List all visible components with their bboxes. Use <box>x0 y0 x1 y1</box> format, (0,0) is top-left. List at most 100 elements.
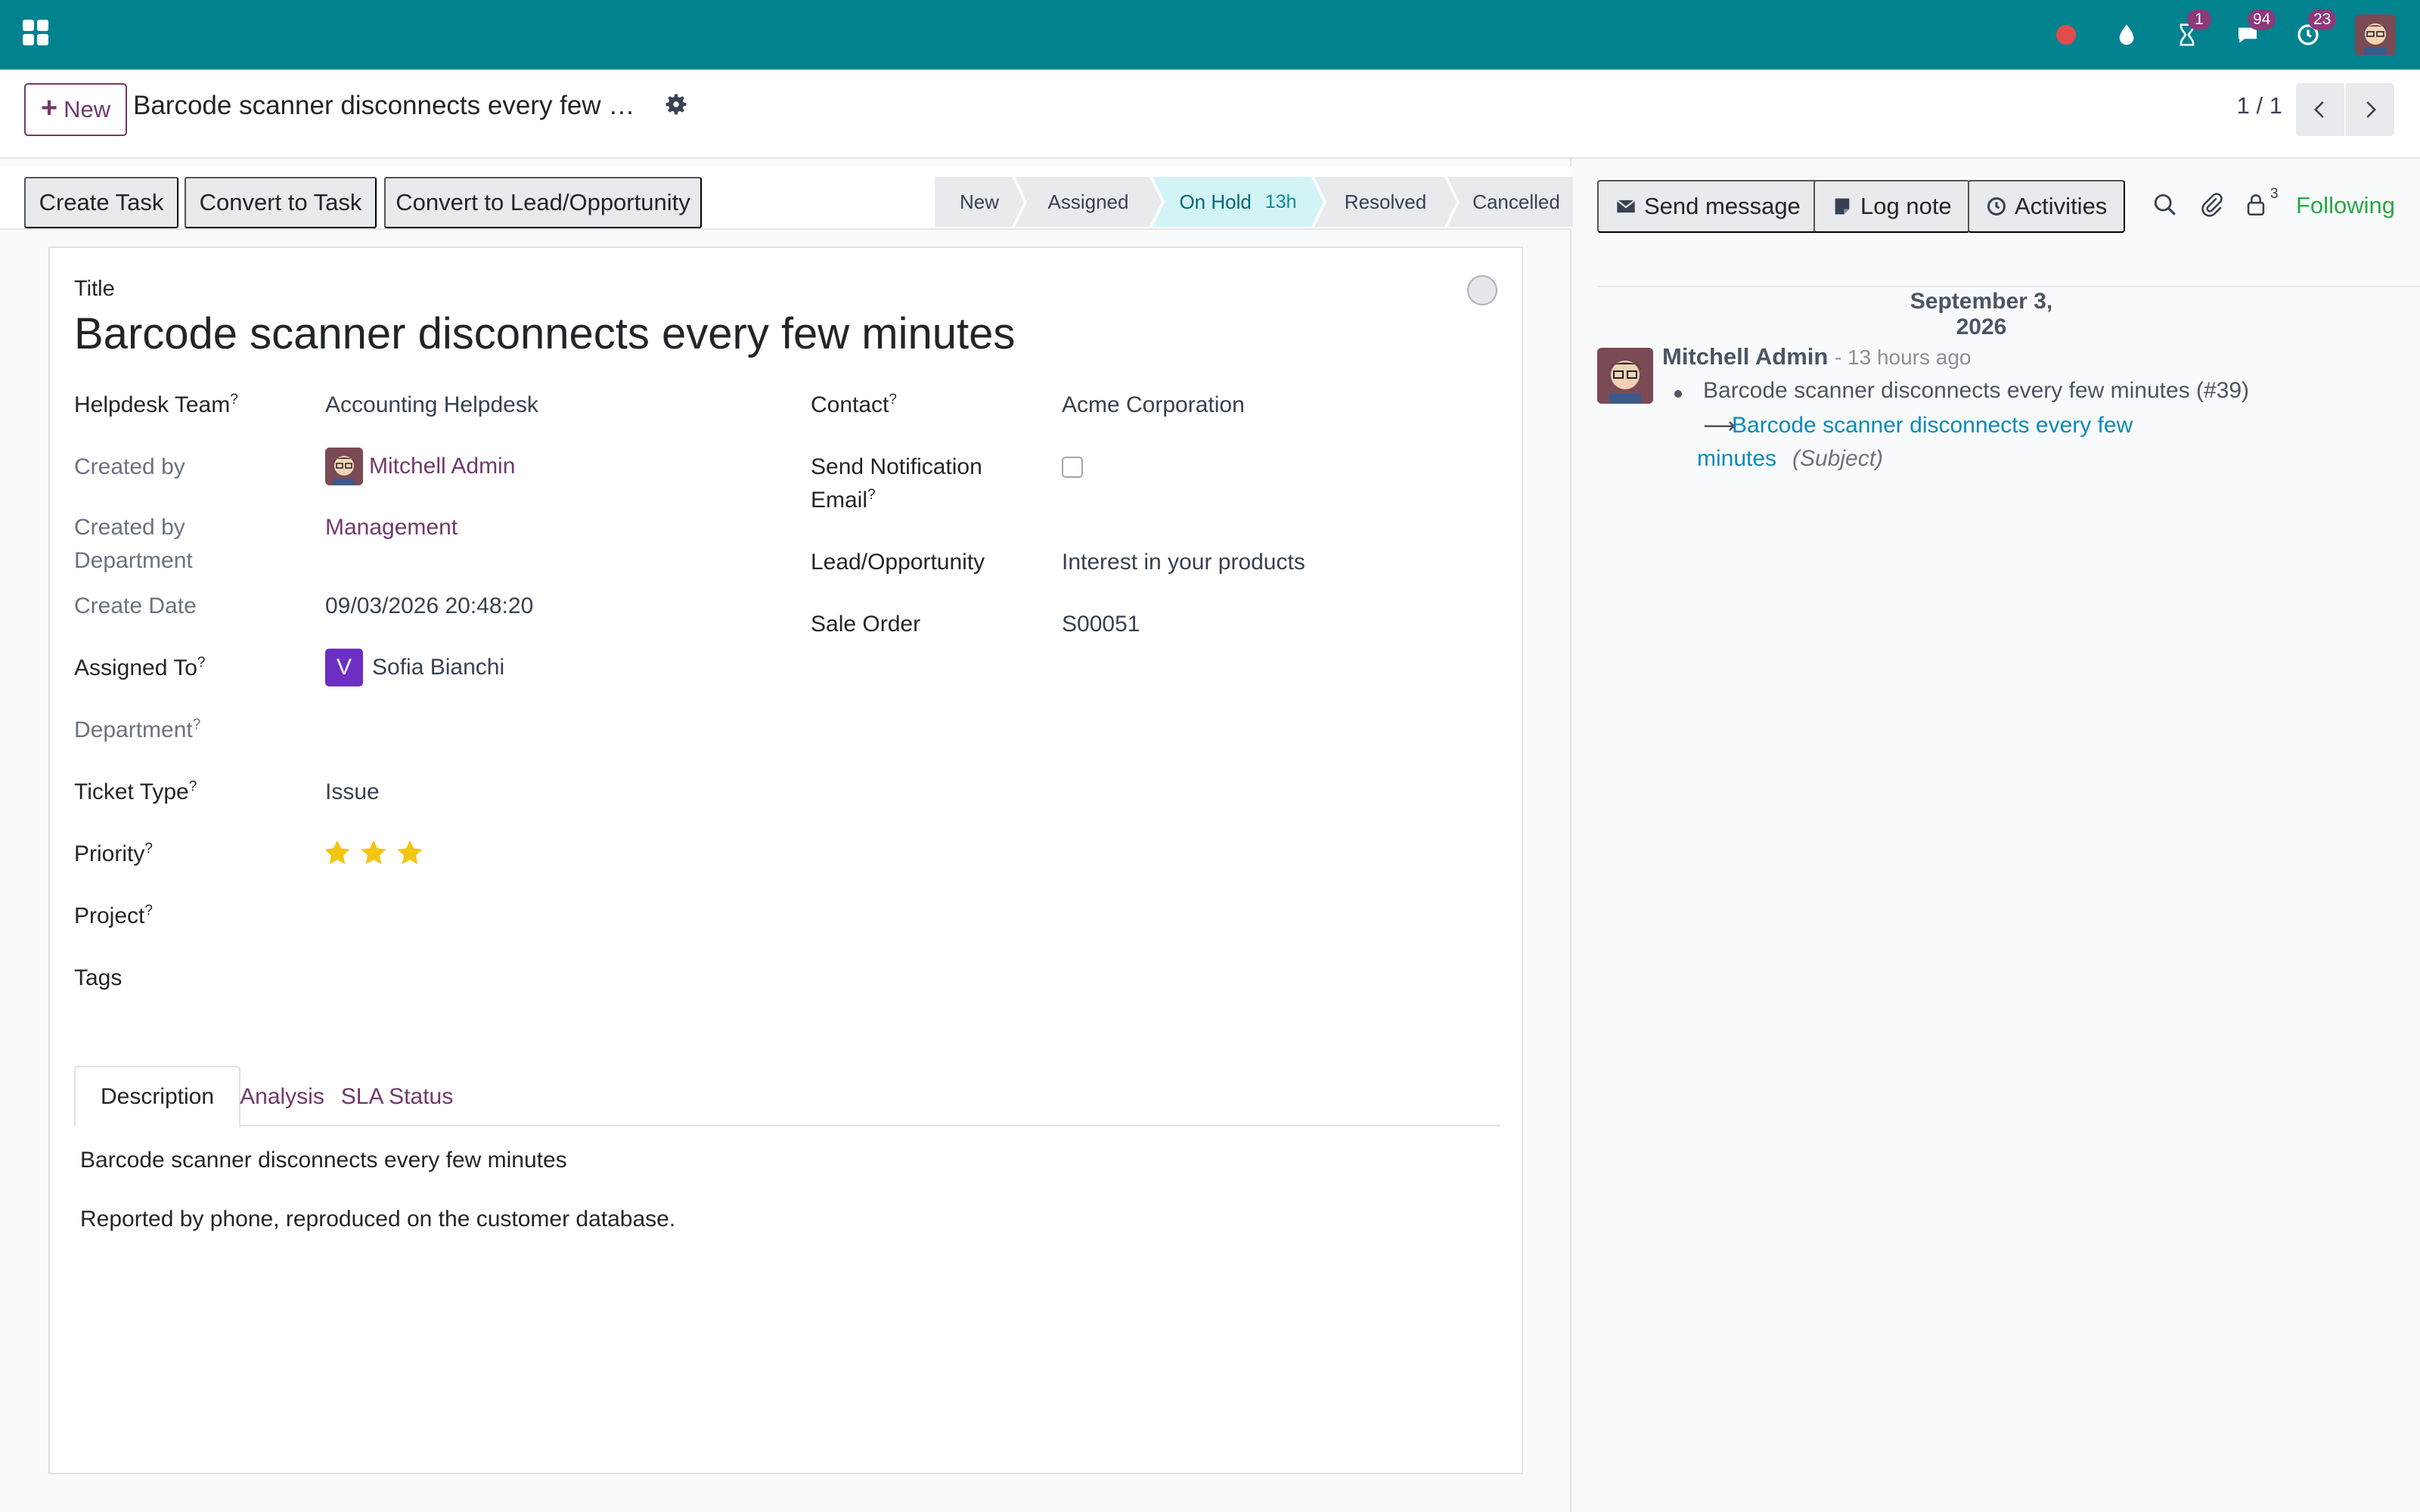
tracking-field-name: (Subject) <box>1792 446 1884 471</box>
following-button[interactable]: Following <box>2296 192 2395 219</box>
stage-cancelled[interactable]: Cancelled <box>1447 177 1585 227</box>
help-tooltip[interactable]: ? <box>144 841 153 857</box>
label-text: Priority <box>74 841 145 866</box>
stage-resolved[interactable]: Resolved <box>1314 177 1457 227</box>
help-tooltip[interactable]: ? <box>867 487 876 503</box>
create-date-field: 09/03/2026 20:48:20 <box>325 593 534 618</box>
stage-pipeline: New Assigned On Hold 13h Resolved Cancell… <box>935 177 1585 227</box>
arrow-right-icon: ⟶ <box>1703 414 1736 438</box>
help-tooltip[interactable]: ? <box>230 392 238 407</box>
ticket-type-field[interactable]: Issue <box>325 776 380 809</box>
activities-button[interactable]: Activities <box>1968 180 2126 233</box>
project-label: Project? <box>74 900 153 933</box>
record-icon[interactable] <box>2052 21 2080 48</box>
description-line[interactable]: Reported by phone, reproduced on the cus… <box>80 1207 675 1232</box>
label-text: Helpdesk Team <box>74 392 231 417</box>
new-button-label: New <box>64 96 111 122</box>
star-icon[interactable] <box>395 838 425 868</box>
avatar[interactable] <box>1597 348 1653 404</box>
department-field[interactable] <box>325 714 718 747</box>
log-note-button[interactable]: Log note <box>1813 180 1970 233</box>
chevron-left-icon <box>2313 101 2324 118</box>
help-tooltip[interactable]: ? <box>197 655 206 671</box>
pager-previous-button[interactable] <box>2296 83 2344 136</box>
tags-field[interactable] <box>325 962 718 995</box>
helpdesk-team-field[interactable]: Accounting Helpdesk <box>325 389 538 422</box>
helpdesk-team-label: Helpdesk Team? <box>74 389 238 422</box>
send-notification-checkbox[interactable] <box>1062 457 1083 478</box>
tab-description[interactable]: Description <box>74 1066 240 1128</box>
followers-icon[interactable] <box>2243 192 2269 218</box>
stage-new[interactable]: New <box>935 177 1024 227</box>
stage-assigned[interactable]: Assigned <box>1015 177 1162 227</box>
star-icon[interactable] <box>322 838 352 868</box>
help-tooltip[interactable]: ? <box>889 392 897 407</box>
control-panel: + New Barcode scanner disconnects every f… <box>0 70 2420 159</box>
title-label: Title <box>74 277 115 301</box>
label-line: Email <box>811 488 868 513</box>
stage-label: Cancelled <box>1472 190 1560 213</box>
followers-count: 3 <box>2270 186 2279 202</box>
author-name[interactable]: Mitchell Admin <box>1662 343 1828 370</box>
tracking-new-value-cont[interactable]: minutes <box>1697 446 1776 472</box>
chat-icon[interactable]: 94 <box>2234 9 2276 48</box>
star-icon[interactable] <box>358 838 389 868</box>
label-text: Project <box>74 903 145 928</box>
navbar-systray: 1 94 23 <box>2052 0 2396 70</box>
lead-opportunity-field[interactable]: Interest in your products <box>1062 546 1305 579</box>
apps-menu-icon[interactable] <box>23 20 48 45</box>
user-avatar[interactable] <box>2355 14 2396 55</box>
message-time: - 13 hours ago <box>1834 345 1972 369</box>
send-message-button[interactable]: Send message <box>1597 180 1819 233</box>
help-tooltip[interactable]: ? <box>144 903 153 919</box>
created-by-field[interactable]: Mitchell Admin <box>325 448 515 485</box>
created-by-department-link[interactable]: Management <box>325 511 458 544</box>
assigned-to-value[interactable]: Sofia Bianchi <box>372 651 504 684</box>
stage-label: New <box>959 190 999 213</box>
new-button[interactable]: + New <box>24 83 127 136</box>
help-tooltip[interactable]: ? <box>193 717 201 733</box>
priority-stars[interactable] <box>322 838 425 868</box>
form-sheet: Title Barcode scanner disconnects every … <box>48 246 1523 1474</box>
created-by-department-label: Created by Department <box>74 511 193 578</box>
convert-to-task-button[interactable]: Convert to Task <box>185 177 377 228</box>
note-icon <box>1835 198 1850 215</box>
stage-on-hold[interactable]: On Hold 13h <box>1153 177 1323 227</box>
kanban-state-indicator[interactable] <box>1467 275 1497 305</box>
title-input[interactable]: Barcode scanner disconnects every few mi… <box>74 308 1015 359</box>
date-separator-label: September 3, 2026 <box>1891 289 2072 340</box>
notebook-tabs: Description Analysis SLA Status <box>74 1066 1500 1128</box>
search-icon[interactable] <box>2152 192 2178 218</box>
description-line[interactable]: Barcode scanner disconnects every few mi… <box>80 1148 567 1173</box>
assigned-to-label: Assigned To? <box>74 652 205 685</box>
plus-icon: + <box>40 92 58 124</box>
gear-icon[interactable] <box>662 91 690 118</box>
create-date-label: Create Date <box>74 593 197 618</box>
ticket-type-label: Ticket Type? <box>74 776 197 809</box>
activities-label: Activities <box>2015 193 2108 219</box>
created-by-link[interactable]: Mitchell Admin <box>369 450 515 483</box>
tracking-new-value[interactable]: Barcode scanner disconnects every few <box>1732 413 2133 438</box>
priority-label: Priority? <box>74 838 153 871</box>
droplet-icon[interactable] <box>2113 21 2140 48</box>
stage-label: Assigned <box>1047 190 1129 213</box>
paperclip-icon[interactable] <box>2199 192 2225 218</box>
help-tooltip[interactable]: ? <box>189 779 197 795</box>
tab-analysis[interactable]: Analysis <box>240 1066 324 1128</box>
assigned-to-field[interactable]: V Sofia Bianchi <box>325 649 504 686</box>
activity-badge: 1 <box>2187 9 2211 30</box>
create-task-button[interactable]: Create Task <box>24 177 178 228</box>
label-line: Send Notification <box>811 454 982 479</box>
tab-sla-status[interactable]: SLA Status <box>333 1066 461 1128</box>
message-author[interactable]: Mitchell Admin - 13 hours ago <box>1662 343 1972 370</box>
sale-order-field[interactable]: S00051 <box>1062 608 1140 641</box>
contact-field[interactable]: Acme Corporation <box>1062 389 1245 422</box>
avatar <box>325 448 363 485</box>
pager-next-button[interactable] <box>2346 83 2394 136</box>
clock-icon[interactable]: 23 <box>2294 9 2337 48</box>
project-field[interactable] <box>325 900 718 933</box>
label-text: Assigned To <box>74 655 197 680</box>
stage-label: Resolved <box>1344 190 1427 213</box>
convert-to-lead-button[interactable]: Convert to Lead/Opportunity <box>384 177 702 228</box>
hourglass-icon[interactable]: 1 <box>2173 9 2211 48</box>
